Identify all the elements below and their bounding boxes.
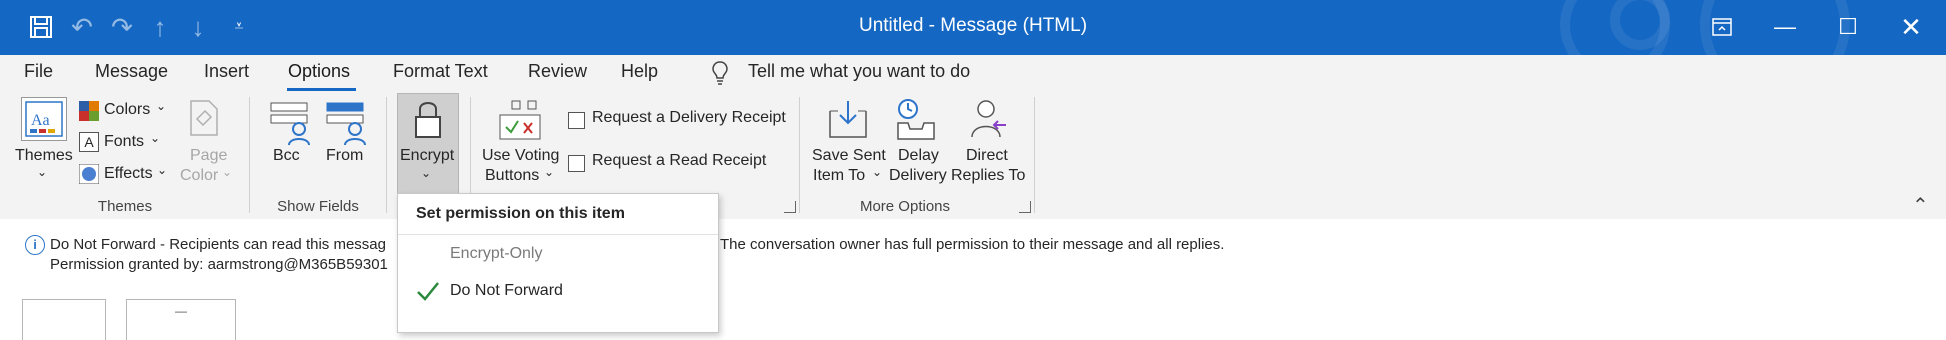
lock-icon	[415, 102, 441, 138]
direct-label-1[interactable]: Direct	[966, 147, 1008, 165]
effects-icon	[78, 163, 100, 185]
voting-buttons-icon[interactable]	[498, 99, 542, 141]
themes-group-label: Themes	[97, 198, 153, 215]
save-sent-chevron-icon[interactable]: ⌄	[872, 165, 882, 179]
more-options-group-label: More Options	[859, 198, 951, 215]
bcc-icon[interactable]	[269, 101, 313, 146]
effects-button[interactable]: Effects	[104, 165, 153, 183]
effects-chevron-icon[interactable]: ⌄	[157, 163, 167, 177]
separator	[249, 97, 250, 213]
direct-label-2[interactable]: Replies To	[951, 167, 1025, 185]
menu-item-do-not-forward[interactable]: Do Not Forward	[450, 282, 563, 300]
more-options-dialog-launcher-icon[interactable]	[1019, 201, 1031, 213]
chevron-down-icon[interactable]: ⌄	[37, 165, 47, 179]
ribbon: Aa Themes ⌄ Colors ⌄ A Fonts ⌄ Effects ⌄…	[0, 93, 1946, 220]
maximize-icon[interactable]: ☐	[1820, 6, 1876, 48]
save-sent-item-icon[interactable]	[826, 99, 870, 141]
bcc-button-label[interactable]: Bcc	[273, 147, 300, 165]
colors-button[interactable]: Colors	[104, 101, 150, 119]
lightbulb-icon	[711, 60, 729, 91]
window-title: Untitled - Message (HTML)	[858, 15, 1088, 36]
page-color-label-1: Page	[190, 147, 228, 164]
dropdown-header: Set permission on this item	[416, 205, 625, 222]
restore-ribbon-icon[interactable]	[1694, 6, 1750, 48]
to-button[interactable]: —	[126, 299, 236, 340]
voting-label-1[interactable]: Use Voting	[482, 147, 559, 165]
page-color-label-2: Color	[180, 167, 219, 184]
tracking-dialog-launcher-icon[interactable]	[784, 201, 796, 213]
minimize-icon[interactable]: —	[1757, 6, 1813, 48]
dropdown-divider	[398, 234, 718, 235]
encrypt-dropdown-menu: Set permission on this item Encrypt-Only…	[397, 193, 719, 333]
colors-icon	[79, 101, 99, 121]
delay-label-1[interactable]: Delay	[898, 147, 939, 165]
save-sent-label-2[interactable]: Item To	[813, 167, 865, 185]
separator	[799, 97, 800, 213]
tab-insert[interactable]: Insert	[204, 61, 249, 82]
info-bar: i Do Not Forward - Recipients can read t…	[0, 219, 1946, 340]
permission-notice-right: The conversation owner has full permissi…	[720, 236, 1225, 253]
permission-notice-left: Do Not Forward - Recipients can read thi…	[50, 236, 386, 253]
permission-granted-by: Permission granted by: aarmstrong@M365B5…	[50, 256, 388, 273]
voting-label-2[interactable]: Buttons	[485, 167, 539, 185]
menu-bar: File Message Insert Options Format Text …	[0, 55, 1946, 93]
send-button[interactable]	[22, 299, 106, 340]
from-button-label[interactable]: From	[326, 147, 363, 165]
menu-item-encrypt-only[interactable]: Encrypt-Only	[450, 245, 542, 263]
collapse-ribbon-icon[interactable]: ⌃	[1912, 193, 1929, 218]
fonts-icon: A	[79, 132, 99, 152]
separator	[1034, 97, 1035, 213]
encrypt-label: Encrypt	[400, 147, 455, 164]
encrypt-button[interactable]: Encrypt ⌄	[397, 93, 459, 195]
delivery-receipt-label[interactable]: Request a Delivery Receipt	[592, 109, 786, 127]
delay-delivery-icon[interactable]	[894, 97, 938, 141]
active-tab-indicator	[287, 88, 356, 91]
info-icon: i	[25, 235, 45, 255]
read-receipt-checkbox[interactable]	[568, 155, 585, 172]
title-bar: ↶ ↷ ↑ ↓ ⩡ Untitled - Message (HTML) — ☐ …	[0, 0, 1946, 100]
direct-replies-icon[interactable]	[966, 97, 1010, 141]
checkmark-icon	[416, 280, 440, 307]
tab-review[interactable]: Review	[528, 61, 587, 82]
themes-icon[interactable]: Aa	[21, 97, 67, 141]
encrypt-chevron-icon: ⌄	[421, 166, 432, 180]
page-color-icon	[187, 99, 221, 137]
tab-file[interactable]: File	[24, 61, 53, 82]
tab-format-text[interactable]: Format Text	[393, 61, 488, 82]
tab-options[interactable]: Options	[288, 61, 350, 82]
read-receipt-label[interactable]: Request a Read Receipt	[592, 152, 766, 170]
fonts-chevron-icon[interactable]: ⌄	[150, 131, 160, 145]
separator	[386, 97, 387, 213]
tab-help[interactable]: Help	[621, 61, 658, 82]
fonts-button[interactable]: Fonts	[104, 133, 144, 151]
save-sent-label-1[interactable]: Save Sent	[812, 147, 886, 165]
close-icon[interactable]: ✕	[1883, 6, 1939, 48]
show-fields-group-label: Show Fields	[277, 198, 359, 215]
tell-me-search[interactable]: Tell me what you want to do	[748, 61, 970, 82]
colors-chevron-icon[interactable]: ⌄	[156, 99, 166, 113]
page-color-chevron-icon: ⌄	[222, 165, 233, 179]
svg-text:Aa: Aa	[31, 112, 50, 129]
delay-label-2[interactable]: Delivery	[889, 167, 947, 185]
tab-message[interactable]: Message	[95, 61, 168, 82]
themes-button-label[interactable]: Themes	[15, 147, 73, 165]
from-icon[interactable]	[325, 101, 369, 146]
delivery-receipt-checkbox[interactable]	[568, 112, 585, 129]
voting-chevron-icon[interactable]: ⌄	[544, 165, 554, 179]
